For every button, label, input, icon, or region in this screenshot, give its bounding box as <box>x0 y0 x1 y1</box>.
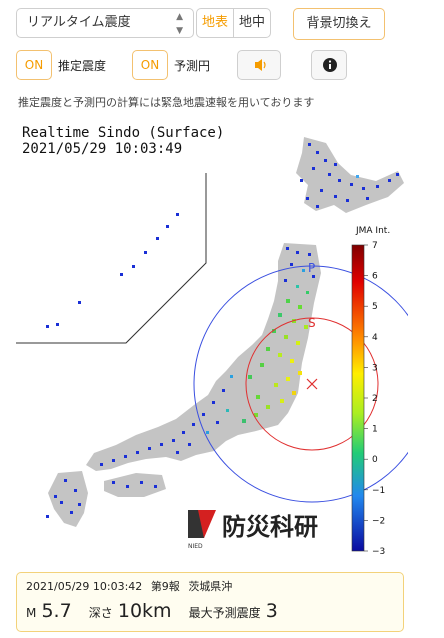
svg-text:NIED: NIED <box>188 543 203 550</box>
realtime-intensity-map[interactable]: P S Realtime Sindo (Surface) 2021/05/29 … <box>16 113 431 559</box>
speaker-icon <box>255 59 266 71</box>
calculation-note: 推定震度と予測円の計算には緊急地震速報を用いております <box>18 96 315 109</box>
map-title: Realtime Sindo (Surface) <box>22 125 224 141</box>
info-button[interactable] <box>311 50 347 80</box>
scale-tick-label: −1 <box>372 486 385 496</box>
s-wave-label: S <box>308 316 316 330</box>
prediction-circle-label: 予測円 <box>174 59 211 73</box>
scale-ticks: 7 6 5 4 3 2 1 0 −1 −2 −3 <box>364 241 385 557</box>
epicenter-marker <box>306 378 318 390</box>
max-intensity-label: 最大予測震度 <box>188 606 261 620</box>
magnitude-value: 5.7 <box>41 600 72 622</box>
earthquake-info-box: 2021/05/29 10:03:42 第9報 茨城県沖 M 5.7 深さ 10… <box>16 572 404 632</box>
scale-tick-label: 7 <box>372 241 378 251</box>
nied-logo: NIED 防災科研 <box>188 510 318 550</box>
magnitude-label: M <box>26 606 37 620</box>
map-timestamp: 2021/05/29 10:03:49 <box>22 141 182 157</box>
p-wave-label: P <box>308 261 315 275</box>
surface-underground-toggle: 地表 地中 <box>196 8 271 38</box>
sound-button[interactable] <box>237 50 281 80</box>
surface-option[interactable]: 地表 <box>197 9 234 37</box>
estimated-intensity-label: 推定震度 <box>58 59 107 73</box>
prediction-circle-on-button[interactable]: ON <box>132 50 168 80</box>
scale-tick-label: 0 <box>372 455 378 465</box>
scale-tick-label: −3 <box>372 547 385 557</box>
display-mode-select[interactable]: リアルタイム震度 ▲ ▼ <box>16 8 194 38</box>
report-number: 第9報 <box>150 580 180 593</box>
estimated-intensity-on-button[interactable]: ON <box>16 50 52 80</box>
scale-tick-label: 1 <box>372 425 378 435</box>
scale-tick-label: 6 <box>372 272 378 282</box>
select-value: リアルタイム震度 <box>27 15 131 30</box>
svg-text:防災科研: 防災科研 <box>222 513 318 541</box>
underground-option[interactable]: 地中 <box>234 9 270 37</box>
intensity-color-scale <box>351 244 365 552</box>
depth-value: 10km <box>117 600 172 622</box>
select-arrows-icon: ▲ ▼ <box>176 12 183 36</box>
info-icon <box>323 58 337 72</box>
background-toggle-button[interactable]: 背景切換え <box>293 8 385 40</box>
scale-tick-label: −2 <box>372 516 385 526</box>
quake-region: 茨城県沖 <box>188 580 233 593</box>
depth-label: 深さ <box>88 606 113 620</box>
scale-tick-label: 3 <box>372 363 378 373</box>
scale-tick-label: 5 <box>372 302 378 312</box>
max-intensity-value: 3 <box>265 600 278 622</box>
quake-time: 2021/05/29 10:03:42 <box>26 580 143 593</box>
map-canvas: P S Realtime Sindo (Surface) 2021/05/29 … <box>16 125 431 557</box>
scale-tick-label: 2 <box>372 394 378 404</box>
scale-title: JMA Int. <box>355 226 390 236</box>
scale-tick-label: 4 <box>372 333 378 343</box>
